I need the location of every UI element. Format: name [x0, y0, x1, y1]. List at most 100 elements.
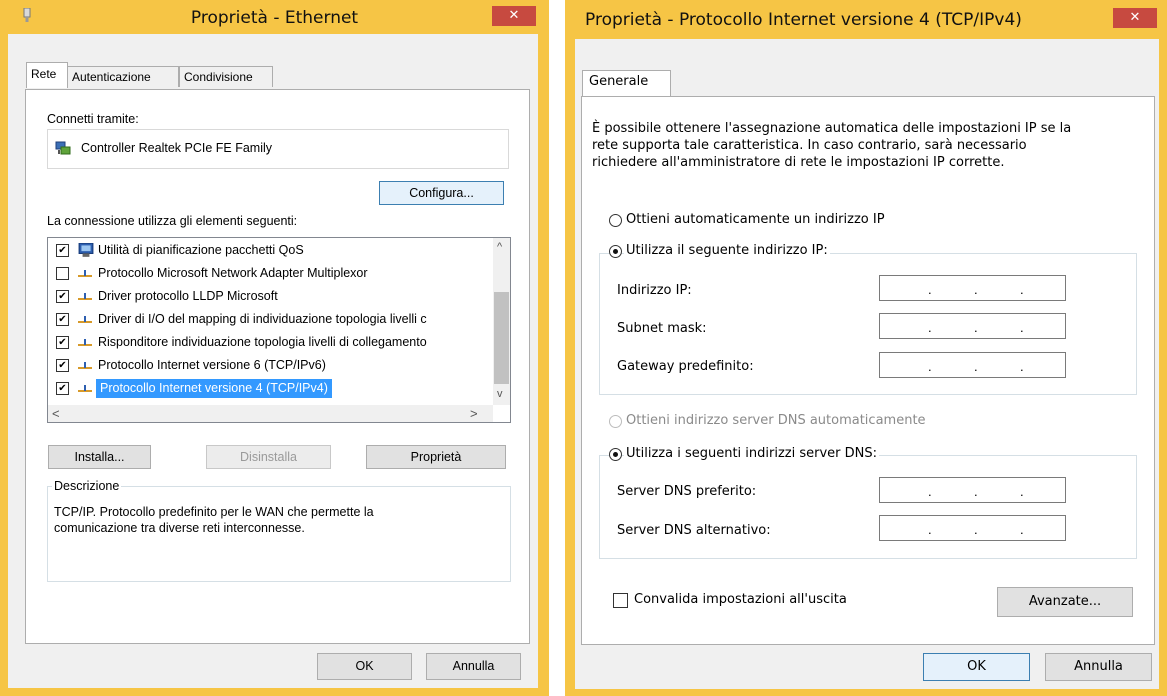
ip-address-label: Indirizzo IP:: [617, 283, 692, 298]
scroll-right-icon[interactable]: >: [470, 406, 478, 421]
auto-dns-radio[interactable]: [609, 415, 622, 428]
tab-autenticazione[interactable]: Autenticazione: [67, 66, 179, 87]
description-line-1: TCP/IP. Protocollo predefinito per le WA…: [54, 505, 374, 519]
cancel-button[interactable]: Annulla: [1045, 653, 1152, 681]
scroll-thumb[interactable]: [494, 292, 509, 384]
item-checkbox[interactable]: [56, 382, 69, 395]
intro-line-3: richiedere all'amministratore di rete le…: [592, 155, 1005, 170]
install-button[interactable]: Installa...: [48, 445, 151, 469]
list-item[interactable]: Utilità di pianificazione pacchetti QoS: [50, 240, 480, 262]
items-label: La connessione utilizza gli elementi seg…: [47, 214, 298, 228]
cancel-button[interactable]: Annulla: [426, 653, 521, 680]
ip-dot: .: [1020, 522, 1024, 537]
validate-checkbox[interactable]: [613, 593, 628, 608]
properties-button[interactable]: Proprietà: [366, 445, 506, 469]
scroll-left-icon[interactable]: <: [52, 406, 60, 421]
ip-dot: .: [928, 522, 932, 537]
gateway-label: Gateway predefinito:: [617, 359, 754, 374]
manual-dns-radio[interactable]: [609, 448, 622, 461]
item-label: Protocollo Internet versione 6 (TCP/IPv6…: [98, 358, 326, 372]
intro-line-1: È possibile ottenere l'assegnazione auto…: [592, 121, 1072, 136]
item-label: Driver protocollo LLDP Microsoft: [98, 289, 278, 303]
manual-dns-label[interactable]: Utilizza i seguenti indirizzi server DNS…: [624, 446, 879, 461]
ip-dot: .: [928, 320, 932, 335]
dns-group: [599, 455, 1137, 559]
subnet-mask-field[interactable]: . . .: [879, 313, 1066, 339]
configure-button[interactable]: Configura...: [379, 181, 504, 205]
ip-dot: .: [974, 484, 978, 499]
description-title: Descrizione: [52, 479, 122, 493]
dns-preferred-label: Server DNS preferito:: [617, 484, 757, 499]
list-item[interactable]: Protocollo Microsoft Network Adapter Mul…: [50, 263, 480, 285]
ip-dot: .: [974, 359, 978, 374]
adapter-box: Controller Realtek PCIe FE Family: [47, 129, 509, 169]
list-item[interactable]: Driver protocollo LLDP Microsoft: [50, 286, 480, 308]
close-button[interactable]: ✕: [1113, 8, 1157, 28]
ethernet-properties-window: Proprietà - Ethernet ✕ Rete Autenticazio…: [0, 0, 549, 696]
item-label: Risponditore individuazione topologia li…: [98, 335, 427, 349]
protocol-icon: [78, 293, 92, 300]
title-bar[interactable]: Proprietà - Protocollo Internet versione…: [565, 0, 1167, 34]
dns-preferred-field[interactable]: . . .: [879, 477, 1066, 503]
components-list: Utilità di pianificazione pacchetti QoS …: [47, 237, 511, 423]
manual-ip-radio[interactable]: [609, 245, 622, 258]
ipv4-properties-window: Proprietà - Protocollo Internet versione…: [565, 0, 1167, 696]
dialog-body: Rete Autenticazione Condivisione Connett…: [8, 34, 538, 688]
item-checkbox[interactable]: [56, 313, 69, 326]
item-label: Protocollo Microsoft Network Adapter Mul…: [98, 266, 368, 280]
scroll-down-icon[interactable]: v: [497, 388, 503, 400]
ip-address-field[interactable]: . . .: [879, 275, 1066, 301]
auto-ip-radio[interactable]: [609, 214, 622, 227]
item-checkbox[interactable]: [56, 244, 69, 257]
scroll-up-icon[interactable]: ^: [497, 241, 502, 253]
tab-generale[interactable]: Generale: [582, 70, 671, 96]
dialog-body: Generale È possibile ottenere l'assegnaz…: [575, 39, 1159, 689]
list-item[interactable]: Risponditore individuazione topologia li…: [50, 332, 480, 354]
network-adapter-icon: [55, 141, 71, 155]
ip-dot: .: [974, 282, 978, 297]
list-item[interactable]: Driver di I/O del mapping di individuazi…: [50, 309, 480, 331]
tab-condivisione[interactable]: Condivisione: [179, 66, 273, 87]
validate-label[interactable]: Convalida impostazioni all'uscita: [634, 592, 847, 607]
ip-dot: .: [928, 359, 932, 374]
uninstall-button[interactable]: Disinstalla: [206, 445, 331, 469]
advanced-button[interactable]: Avanzate...: [997, 587, 1133, 617]
adapter-name: Controller Realtek PCIe FE Family: [81, 141, 273, 155]
protocol-icon: [78, 270, 92, 277]
manual-ip-label[interactable]: Utilizza il seguente indirizzo IP:: [624, 243, 830, 258]
qos-scheduler-icon: [78, 243, 94, 257]
title-bar[interactable]: Proprietà - Ethernet ✕: [0, 0, 549, 34]
ip-dot: .: [974, 320, 978, 335]
list-item-selected[interactable]: Protocollo Internet versione 4 (TCP/IPv4…: [50, 378, 480, 400]
ip-dot: .: [1020, 282, 1024, 297]
description-group: Descrizione TCP/IP. Protocollo predefini…: [47, 479, 511, 582]
connect-label: Connetti tramite:: [47, 112, 139, 126]
protocol-icon: [78, 362, 92, 369]
item-label: Protocollo Internet versione 4 (TCP/IPv4…: [96, 379, 332, 398]
dns-alternate-label: Server DNS alternativo:: [617, 523, 771, 538]
ip-dot: .: [1020, 484, 1024, 499]
ip-dot: .: [974, 522, 978, 537]
item-checkbox[interactable]: [56, 267, 69, 280]
protocol-icon: [78, 339, 92, 346]
horizontal-scrollbar[interactable]: < >: [48, 405, 493, 422]
list-item[interactable]: Protocollo Internet versione 6 (TCP/IPv6…: [50, 355, 480, 377]
close-button[interactable]: ✕: [492, 6, 536, 26]
item-checkbox[interactable]: [56, 359, 69, 372]
window-title: Proprietà - Ethernet: [190, 8, 359, 28]
ok-button[interactable]: OK: [923, 653, 1030, 681]
ok-button[interactable]: OK: [317, 653, 412, 680]
tab-rete[interactable]: Rete: [26, 62, 68, 88]
ip-dot: .: [928, 484, 932, 499]
intro-line-2: rete supporta tale caratteristica. In ca…: [592, 138, 1027, 153]
vertical-scrollbar[interactable]: ^ v: [493, 238, 510, 405]
window-title: Proprietà - Protocollo Internet versione…: [585, 10, 1022, 30]
item-label: Driver di I/O del mapping di individuazi…: [98, 312, 427, 326]
ip-dot: .: [928, 282, 932, 297]
dns-alternate-field[interactable]: . . .: [879, 515, 1066, 541]
item-checkbox[interactable]: [56, 290, 69, 303]
item-checkbox[interactable]: [56, 336, 69, 349]
auto-ip-label[interactable]: Ottieni automaticamente un indirizzo IP: [626, 212, 885, 227]
auto-dns-label[interactable]: Ottieni indirizzo server DNS automaticam…: [626, 413, 926, 428]
gateway-field[interactable]: . . .: [879, 352, 1066, 378]
